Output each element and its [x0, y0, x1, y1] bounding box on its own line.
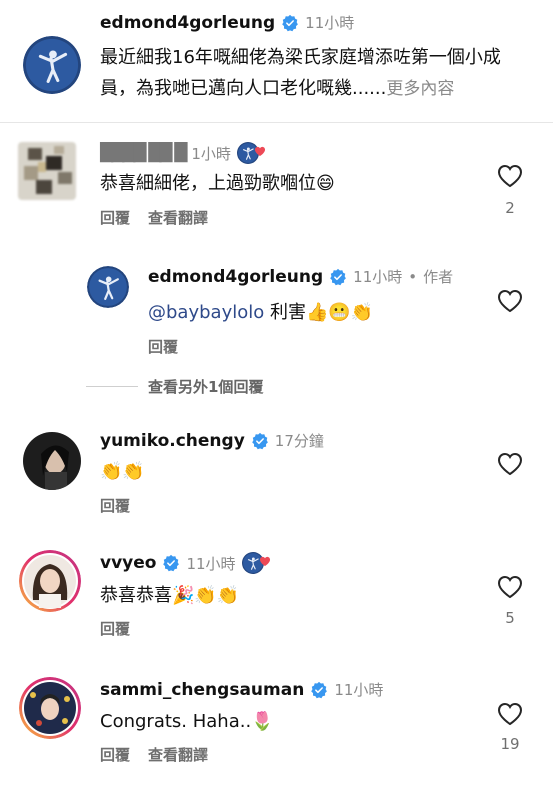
translate-button[interactable]: 查看翻譯	[148, 744, 208, 765]
reply-body: @baybaylolo 利害👍😬👏	[148, 297, 373, 328]
translate-button[interactable]: 查看翻譯	[148, 207, 208, 228]
verified-badge-icon	[310, 681, 328, 699]
author-tag: 作者	[423, 268, 454, 286]
comment-header: yumiko.chengy 17分鐘	[100, 430, 324, 451]
like-count: 2	[505, 199, 515, 217]
heart-icon[interactable]	[497, 164, 523, 188]
heart-icon[interactable]	[497, 452, 523, 476]
verified-badge-icon	[329, 268, 347, 286]
post-time: 11小時	[305, 14, 355, 32]
reply-text: 利害👍😬👏	[264, 302, 374, 323]
comment-time: 11小時	[334, 681, 384, 699]
liked-by-creator-icon	[237, 142, 267, 164]
mention-link[interactable]: @baybaylolo	[148, 302, 264, 323]
liked-by-creator-icon	[242, 552, 272, 574]
verified-badge-icon	[162, 554, 180, 572]
comment-username[interactable]: sammi_chengsauman	[100, 680, 304, 700]
comment-username[interactable]: vvyeo	[100, 553, 156, 573]
reply-button[interactable]: 回覆	[100, 618, 130, 639]
view-more-replies-button[interactable]: 查看另外1個回覆	[148, 376, 263, 397]
post-author-avatar[interactable]	[23, 36, 81, 94]
reply-button[interactable]: 回覆	[148, 336, 178, 357]
reply-button[interactable]: 回覆	[100, 495, 130, 516]
dot-separator: •	[408, 267, 418, 286]
comment-header: vvyeo 11小時	[100, 552, 272, 574]
like-count: 5	[505, 609, 515, 627]
divider	[0, 122, 553, 123]
more-replies-line	[86, 386, 138, 387]
heart-icon[interactable]	[497, 289, 523, 313]
comment-time: 11小時	[186, 554, 236, 573]
reply-username[interactable]: edmond4gorleung	[148, 267, 323, 287]
verified-badge-icon	[251, 432, 269, 450]
post-header: edmond4gorleung 11小時	[100, 12, 354, 33]
comment-avatar-yumiko[interactable]	[23, 432, 81, 490]
verified-badge-icon	[281, 14, 299, 32]
reply-author-avatar[interactable]	[87, 266, 129, 308]
reply-button[interactable]: 回覆	[100, 744, 130, 765]
reply-time: 11小時	[353, 268, 403, 286]
comment-actions: 回覆 查看翻譯	[100, 744, 208, 765]
comment-text: 恭喜恭喜🎉👏👏	[100, 585, 240, 606]
reply-button[interactable]: 回覆	[100, 207, 130, 228]
more-link[interactable]: 更多內容	[386, 79, 454, 99]
comment-text: 👏👏	[100, 461, 145, 482]
comment-header: ████ ██ █ 1小時	[100, 142, 267, 164]
comment-time: 17分鐘	[274, 432, 324, 450]
heart-icon[interactable]	[497, 575, 523, 599]
comment-avatar-vvyeo[interactable]	[19, 550, 81, 612]
comment-time: 1小時	[191, 144, 231, 163]
like-count: 19	[500, 735, 520, 753]
post-caption: 最近細我16年嘅細佬為梁氏家庭增添咗第一個小成員，為我哋已邁向人口老化嘅幾...…	[100, 42, 530, 105]
comment-actions: 回覆 查看翻譯	[100, 207, 208, 228]
comment-text: 恭喜細細佬，上過勁歌嗰位😄	[100, 173, 335, 194]
comment-avatar-sammi[interactable]	[19, 677, 81, 739]
post-author-username[interactable]: edmond4gorleung	[100, 13, 275, 33]
comment-header: sammi_chengsauman 11小時	[100, 679, 383, 700]
comment-username[interactable]: yumiko.chengy	[100, 431, 245, 451]
heart-icon[interactable]	[497, 702, 523, 726]
reply-header: edmond4gorleung 11小時 • 作者	[148, 266, 453, 287]
comment-text: Congrats. Haha..🌷	[100, 711, 274, 732]
comment-avatar-blurred[interactable]	[18, 142, 76, 200]
comment-username-redacted[interactable]: ████ ██ █	[100, 143, 187, 163]
